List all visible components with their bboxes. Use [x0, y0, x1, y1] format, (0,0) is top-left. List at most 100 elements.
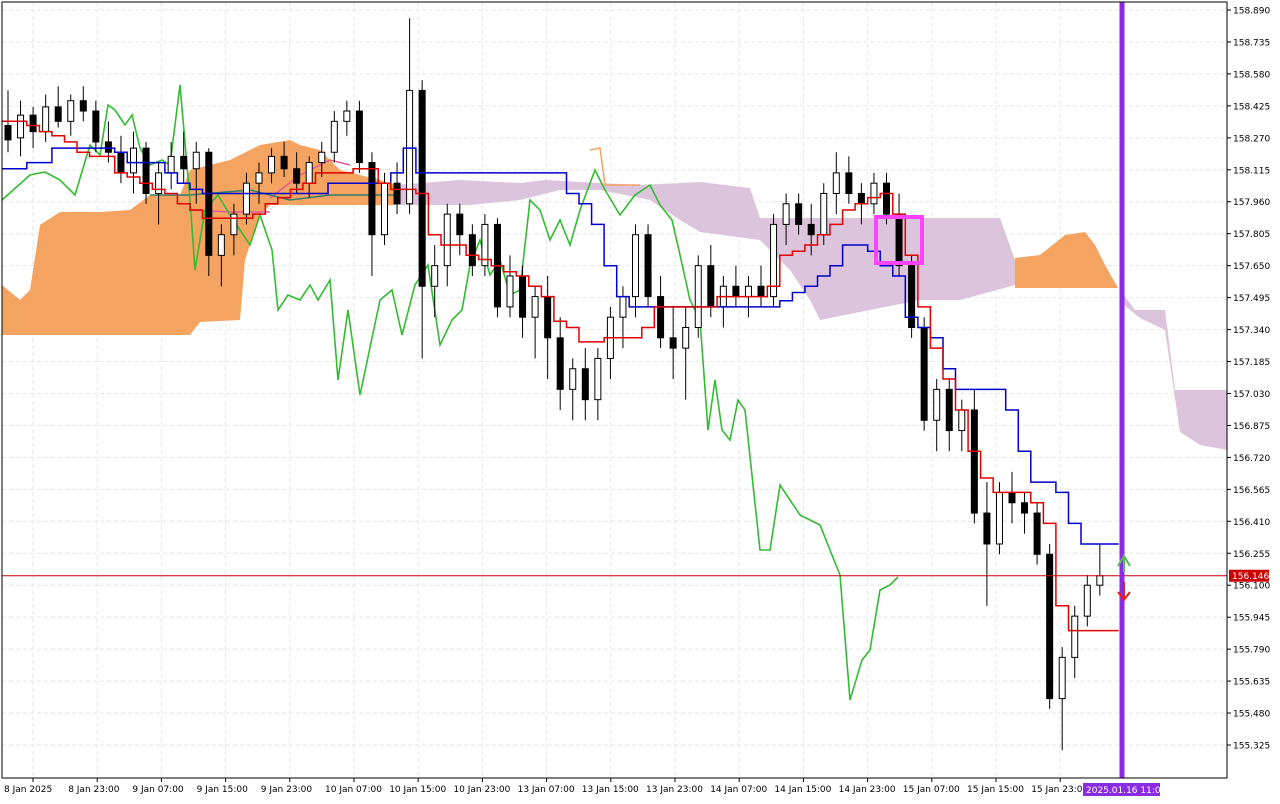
y-tick-label: 156.875 [1233, 422, 1270, 432]
candle-body [682, 327, 690, 349]
candle-body [155, 172, 163, 194]
candle-body [707, 265, 715, 308]
candle-body [431, 265, 439, 287]
x-tick-label: 9 Jan 23:00 [261, 785, 313, 795]
candle-body [556, 337, 564, 390]
candle-body [330, 120, 338, 153]
y-tick-label: 158.735 [1233, 38, 1270, 48]
candle [355, 100, 363, 173]
candle-body [54, 106, 62, 122]
candle-body [694, 265, 702, 329]
y-tick-label: 157.650 [1233, 262, 1270, 272]
candle-body [1008, 491, 1016, 504]
candle-body [192, 151, 200, 170]
candle-body [230, 213, 238, 236]
candle-body [832, 172, 840, 194]
candle-body [757, 285, 765, 298]
candle-body [1083, 584, 1091, 617]
x-tick-label: 14 Jan 23:00 [839, 785, 896, 795]
candle-body [1033, 512, 1041, 555]
candle-body [619, 296, 627, 318]
candle-body [205, 151, 213, 256]
candle-body [280, 155, 288, 170]
candle [770, 214, 778, 307]
y-tick-label: 156.410 [1233, 518, 1270, 528]
candle-body [920, 327, 928, 421]
x-tick-label: 10 Jan 07:00 [325, 785, 382, 795]
candle-body [142, 147, 150, 194]
candle-body [983, 512, 991, 545]
candle-body [669, 337, 677, 349]
candle-body [644, 234, 652, 298]
candle-body [908, 265, 916, 329]
y-tick-label: 157.185 [1233, 358, 1270, 368]
candle-body [242, 182, 250, 215]
candle-body [895, 213, 903, 267]
candle-body [17, 114, 25, 139]
candle-body [255, 172, 263, 184]
candle-body [418, 89, 426, 287]
y-tick-label: 157.960 [1233, 198, 1270, 208]
x-tick-label: 8 Jan 2025 [4, 785, 52, 795]
y-tick-label: 157.495 [1233, 294, 1270, 304]
candle-body [744, 285, 752, 298]
candle-body [1058, 656, 1066, 700]
candle-body [569, 368, 577, 390]
y-tick-label: 156.565 [1233, 486, 1270, 496]
chart-canvas[interactable]: 158.890 158.735 158.580 158.425 158.270 158.1… [0, 0, 1280, 800]
x-tick-label: 9 Jan 07:00 [132, 785, 184, 795]
y-tick-label: 156.255 [1233, 550, 1270, 560]
y-tick-label: 158.115 [1233, 166, 1270, 176]
candle-body [167, 155, 175, 174]
candle-body [657, 296, 665, 339]
y-tick-label: 155.480 [1233, 710, 1270, 720]
candle-body [217, 234, 225, 256]
candle-body [4, 124, 12, 141]
candle-body [67, 100, 75, 122]
candle [908, 255, 916, 338]
candle-body [1071, 615, 1079, 658]
y-tick-label: 155.945 [1233, 614, 1270, 624]
candle-body [870, 182, 878, 205]
candle [493, 218, 501, 318]
candle [694, 255, 702, 338]
y-tick-label: 157.805 [1233, 230, 1270, 240]
candle-body [104, 141, 112, 153]
candle-body [857, 192, 865, 205]
x-tick-label: 9 Jan 15:00 [197, 785, 249, 795]
x-tick-label: 10 Jan 15:00 [389, 785, 446, 795]
y-tick-label: 158.890 [1233, 7, 1270, 17]
y-tick-label: 158.580 [1233, 70, 1270, 80]
candle-body [732, 285, 740, 298]
y-tick-label: 158.425 [1233, 102, 1270, 112]
y-tick-label: 155.790 [1233, 646, 1270, 656]
candle-body [443, 213, 451, 267]
candle-body [1021, 502, 1029, 514]
x-tick-label: 13 Jan 07:00 [518, 785, 575, 795]
candle-body [958, 409, 966, 432]
y-tick-label: 158.270 [1233, 134, 1270, 144]
candle-body [883, 182, 890, 215]
candle-body [318, 151, 326, 164]
candle-body [393, 182, 401, 205]
candle-body [795, 203, 803, 225]
candle-body [807, 223, 815, 236]
candle-body [945, 388, 953, 432]
x-tick-label: 15 Jan 15:00 [967, 785, 1024, 795]
x-tick-label: 8 Jan 23:00 [68, 785, 120, 795]
candle-body [305, 162, 313, 184]
y-tick-label: 155.635 [1233, 678, 1270, 688]
candle [1046, 543, 1054, 709]
candle-body [544, 296, 552, 339]
candle-body [42, 106, 50, 133]
candle-body [79, 100, 87, 112]
ichimoku-chart[interactable]: 158.890 158.735 158.580 158.425 158.270 158.1… [0, 0, 1280, 800]
x-tick-label: 13 Jan 23:00 [646, 785, 703, 795]
x-tick-label: 15 Jan 07:00 [903, 785, 960, 795]
y-tick-label: 157.340 [1233, 326, 1270, 336]
y-tick-label: 156.100 [1233, 582, 1270, 592]
candle-body [845, 172, 853, 194]
candle-body [632, 234, 639, 298]
x-tick-label: 13 Jan 15:00 [582, 785, 639, 795]
x-tick-label: 14 Jan 15:00 [774, 785, 831, 795]
